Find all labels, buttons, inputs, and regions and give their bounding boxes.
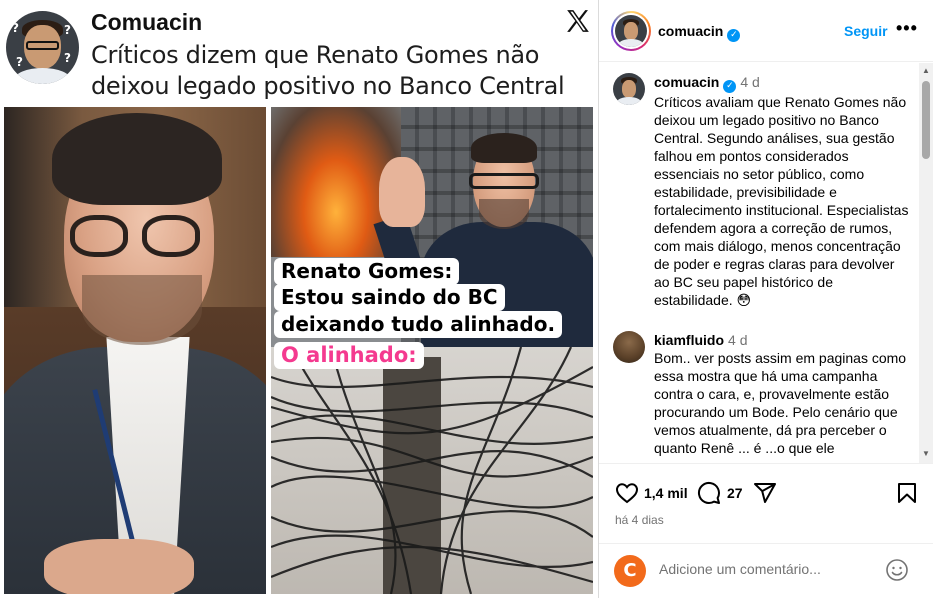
like-count[interactable]: 1,4 mil [644,485,688,501]
comment-count[interactable]: 27 [727,485,743,501]
comment-text: Bom.. ver posts assim em paginas como es… [654,350,907,456]
comment-text: Críticos avaliam que Renato Gomes não de… [654,94,909,308]
post-media[interactable]: ? ? ? ? Comuacin Críticos dizem que Rena… [0,0,598,598]
comment-time: 4 d [728,332,748,348]
photo-portrait [4,107,266,594]
author-username[interactable]: comuacin [658,23,723,39]
author-username-row[interactable]: comuacin ✓ [658,23,741,42]
current-user-avatar[interactable]: C [614,555,646,587]
tweet-avatar: ? ? ? ? [6,11,79,84]
scrollbar-thumb[interactable] [922,81,930,159]
comments-list[interactable]: comuacin ✓ 4 d Críticos avaliam que Renato… [599,63,921,463]
more-options-icon[interactable]: ••• [896,18,918,39]
author-avatar[interactable] [611,11,651,51]
add-comment-bar: C Adicione um comentário... [599,543,933,598]
verified-badge-icon: ✓ [727,29,741,42]
scroll-up-icon[interactable]: ▲ [922,66,930,75]
post-actions: 1,4 mil 27 há 4 dias [599,463,933,543]
x-logo-icon [567,10,589,32]
add-comment-input[interactable]: Adicione um comentário... [659,561,869,577]
tweet-text: Críticos dizem que Renato Gomes não deix… [91,41,565,100]
post-side-panel: comuacin ✓ Seguir ••• comuacin ✓ 4 d Crític… [598,0,933,598]
meme-caption-line-1: Renato Gomes: [274,258,460,285]
meme-caption-line-3: deixando tudo alinhado. [274,311,563,338]
post-header: comuacin ✓ Seguir ••• [599,0,933,62]
follow-button[interactable]: Seguir [844,23,888,39]
bookmark-icon[interactable] [895,481,919,505]
emoji-icon[interactable] [885,558,909,582]
scroll-down-icon[interactable]: ▼ [922,449,930,458]
comment-username[interactable]: comuacin [654,74,719,90]
comment-avatar[interactable] [613,331,645,363]
share-icon[interactable] [753,481,777,505]
meme-caption-line-2: Estou saindo do BC [274,284,505,311]
comment-avatar[interactable] [613,73,645,105]
post-date: há 4 dias [615,513,664,527]
meme-caption-punchline: O alinhado: [274,342,424,369]
comment-time: 4 d [740,74,760,90]
heart-icon[interactable] [615,481,639,505]
comment-icon[interactable] [697,481,721,505]
tweet-author-name: Comuacin [91,9,203,35]
comments-scrollbar[interactable]: ▲ ▼ [919,63,933,463]
verified-badge-icon: ✓ [723,80,737,93]
comment-username[interactable]: kiamfluido [654,332,724,348]
